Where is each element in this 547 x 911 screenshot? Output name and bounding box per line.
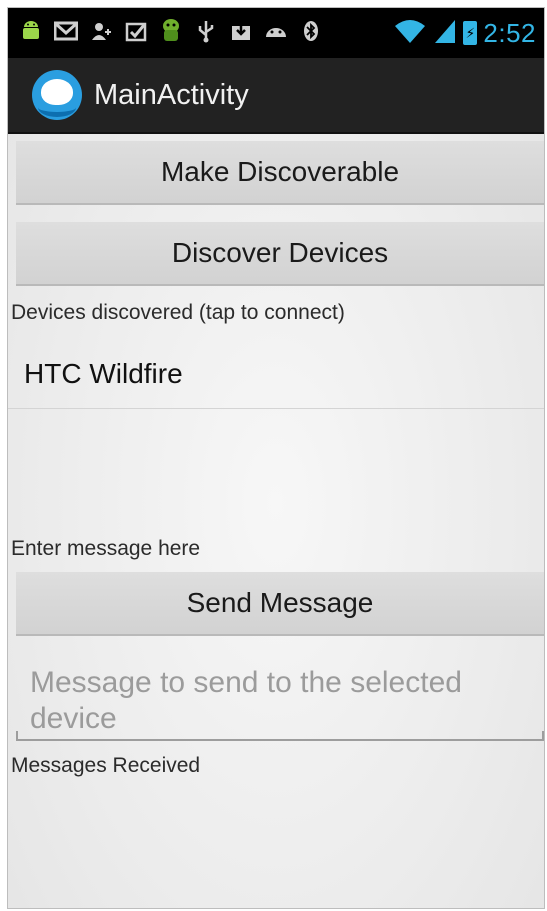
usb-icon <box>193 19 219 48</box>
bluetooth-icon <box>298 19 324 48</box>
notification-icons <box>18 18 393 49</box>
discover-devices-button[interactable]: Discover Devices <box>16 222 544 286</box>
message-input[interactable]: Message to send to the selected device <box>16 655 544 741</box>
status-bar: ⚡ 2:52 <box>8 8 544 58</box>
action-bar: MainActivity <box>8 58 544 134</box>
messages-received-label: Messages Received <box>11 754 201 777</box>
make-discoverable-button[interactable]: Make Discoverable <box>16 141 544 205</box>
app-title: MainActivity <box>94 78 249 111</box>
enter-message-label: Enter message here <box>11 537 201 560</box>
android-icon <box>18 20 44 47</box>
devices-discovered-label: Devices discovered (tap to connect) <box>11 301 345 324</box>
status-time: 2:52 <box>483 17 536 48</box>
contact-icon <box>88 20 114 47</box>
app-icon[interactable] <box>32 70 82 120</box>
wifi-icon <box>393 18 427 49</box>
bugdroid-icon <box>158 18 184 49</box>
download-icon <box>228 20 254 47</box>
send-message-button[interactable]: Send Message <box>16 572 544 636</box>
task-icon <box>123 20 149 47</box>
battery-charging-icon: ⚡ <box>463 21 478 45</box>
android-debug-icon <box>263 21 289 46</box>
app-screen: ⚡ 2:52 MainActivity Make Discoverable Di… <box>7 7 545 909</box>
signal-icon <box>433 18 457 49</box>
device-list-item[interactable]: HTC Wildfire <box>8 339 544 409</box>
status-right: ⚡ 2:52 <box>393 18 536 49</box>
gmail-icon <box>53 21 79 46</box>
